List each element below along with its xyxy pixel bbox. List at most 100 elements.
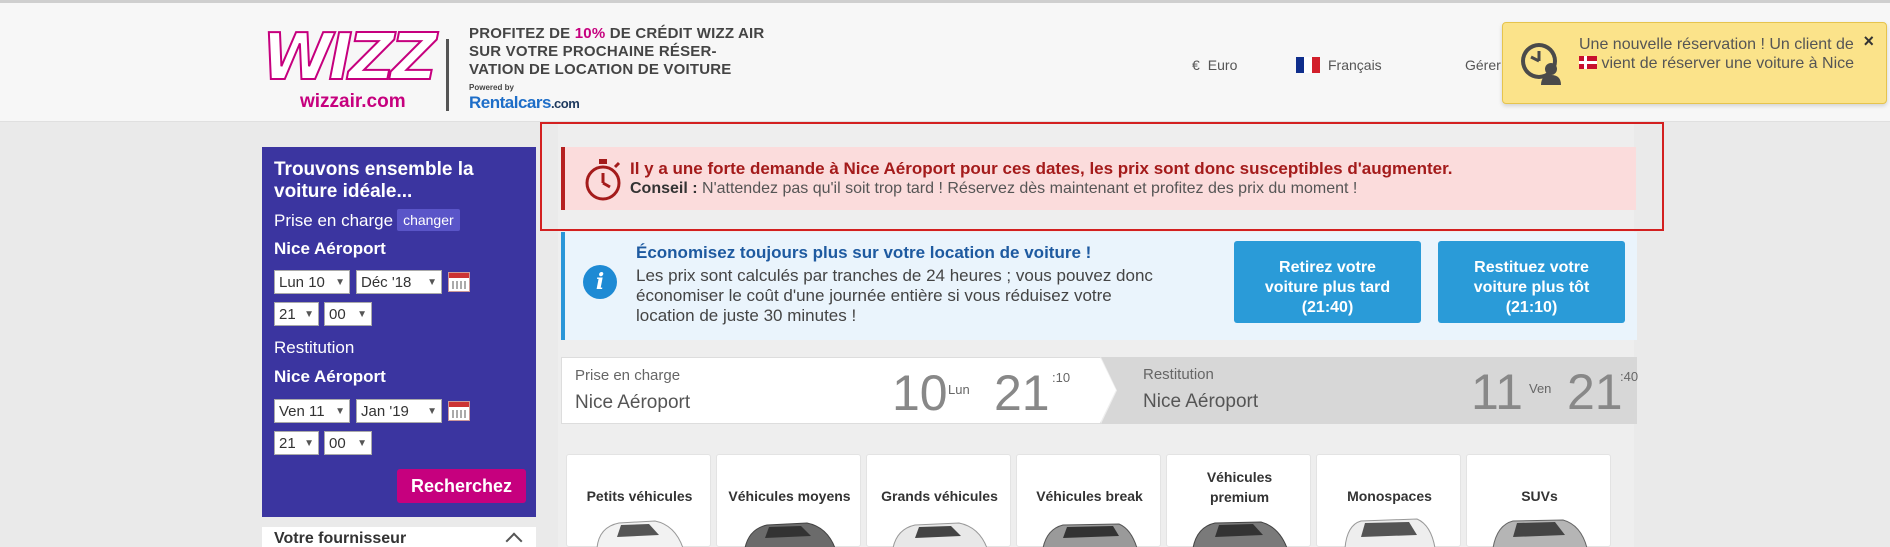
sidebar-title: Trouvons ensemble la voiture idéale... xyxy=(274,159,474,202)
car-image xyxy=(744,522,836,547)
dropoff-summary-hour: 21 xyxy=(1567,364,1623,420)
pickup-label: Prise en charge xyxy=(274,211,394,230)
pickup-later-button[interactable]: Retirez votre voiture plus tard (21:40) xyxy=(1234,241,1421,323)
pickup-summary: Prise en charge Nice Aéroport 10 Lun 21 … xyxy=(561,357,1101,424)
language-selector[interactable]: Français xyxy=(1296,57,1382,73)
promo-part1: PROFITEZ DE xyxy=(469,25,575,42)
dropoff-calendar-icon[interactable] xyxy=(448,401,470,421)
manage-booking-link[interactable]: Gérer xyxy=(1465,57,1501,73)
category-label: Véhicules moyens xyxy=(728,488,851,504)
category-suv[interactable]: SUVs xyxy=(1466,454,1611,547)
euro-icon: € xyxy=(1192,57,1200,73)
rentalcars-logo: Rentalcars.com xyxy=(469,93,580,113)
summary-arrow xyxy=(1100,357,1116,423)
promo-text: PROFITEZ DE 10% DE CRÉDIT WIZZ AIR SUR V… xyxy=(469,25,769,79)
info-icon: i xyxy=(583,265,617,299)
powered-by-label: Powered by xyxy=(469,83,514,92)
dropoff-location: Nice Aéroport xyxy=(274,367,386,386)
category-label-line1: Véhicules xyxy=(1206,469,1273,485)
toast-close-icon[interactable]: × xyxy=(1863,31,1874,52)
vehicle-category-list: Petits véhicules Véhicules moyens Grands… xyxy=(566,454,1638,547)
car-image xyxy=(1042,523,1138,547)
toast-text-part2: vient de réserver une voiture à Nice xyxy=(1597,55,1855,72)
dropoff-hour-select[interactable]: 21 ▼ xyxy=(274,431,319,455)
currency-selector[interactable]: € Euro xyxy=(1192,57,1237,73)
manage-label: Gérer xyxy=(1465,57,1501,73)
dropoff-summary-label: Restitution xyxy=(1143,366,1214,383)
rentalcars-domain: .com xyxy=(550,96,580,111)
dropoff-month-value: Jan '19 xyxy=(361,402,409,420)
dropoff-summary-day-name: Ven xyxy=(1529,381,1552,396)
dropoff-month-select[interactable]: Jan '19 ▼ xyxy=(356,399,442,423)
category-label: Monospaces xyxy=(1347,488,1432,504)
rental-summary-strip: Restitution Nice Aéroport 11 Ven 21 :40 … xyxy=(561,357,1638,424)
dropoff-day-select[interactable]: Ven 11 ▼ xyxy=(274,399,350,423)
dropoff-hour-value: 21 xyxy=(279,434,296,452)
pickup-hour-value: 21 xyxy=(279,305,296,323)
wizzair-logo[interactable]: WIZZ xyxy=(261,22,438,94)
search-button[interactable]: Recherchez xyxy=(397,469,526,503)
savings-info-panel: i Économisez toujours plus sur votre loc… xyxy=(561,232,1637,340)
info-title: Économisez toujours plus sur votre locat… xyxy=(636,243,1092,262)
chevron-down-icon: ▼ xyxy=(335,276,345,288)
pickup-summary-day-name: Lun xyxy=(948,382,970,397)
chevron-down-icon: ▼ xyxy=(304,437,314,449)
pickup-minute-value: 00 xyxy=(329,305,346,323)
car-image xyxy=(1492,519,1588,547)
pickup-minute-select[interactable]: 00 ▼ xyxy=(324,302,372,326)
car-image xyxy=(892,522,988,547)
category-minivan[interactable]: Monospaces xyxy=(1316,454,1461,547)
category-premium[interactable]: Véhicules premium xyxy=(1166,454,1311,547)
provider-title: Votre fournisseur xyxy=(274,530,407,547)
chevron-down-icon: ▼ xyxy=(427,276,437,288)
return-earlier-button[interactable]: Restituez votre voiture plus tôt (21:10) xyxy=(1438,241,1625,323)
pickup-hour-select[interactable]: 21 ▼ xyxy=(274,302,319,326)
search-sidebar: Trouvons ensemble la voiture idéale... P… xyxy=(262,147,536,517)
provider-filter-header[interactable]: Votre fournisseur xyxy=(262,527,536,547)
alert-highlight-box xyxy=(540,122,1664,231)
change-location-button[interactable]: changer xyxy=(397,209,460,231)
pickup-later-line1: Retirez votre xyxy=(1279,258,1376,276)
pickup-day-value: Lun 10 xyxy=(279,273,325,291)
category-medium[interactable]: Véhicules moyens xyxy=(716,454,861,547)
pickup-label-row: Prise en charge changer xyxy=(274,209,460,231)
car-image xyxy=(596,520,684,547)
dropoff-summary-day-num: 11 xyxy=(1471,364,1523,420)
car-image xyxy=(1344,518,1436,547)
chevron-down-icon: ▼ xyxy=(427,405,437,417)
denmark-flag-icon xyxy=(1579,56,1597,69)
category-estate[interactable]: Véhicules break xyxy=(1016,454,1161,547)
pickup-location: Nice Aéroport xyxy=(274,239,386,258)
category-label: Véhicules premium xyxy=(1167,467,1312,507)
toast-message: Une nouvelle réservation ! Un client de … xyxy=(1579,35,1859,73)
pickup-calendar-icon[interactable] xyxy=(448,272,470,292)
category-label: Petits véhicules xyxy=(586,488,693,504)
rentalcars-name: Rentalcars xyxy=(469,93,551,112)
pickup-summary-day-num: 10 xyxy=(892,365,948,421)
info-text: Les prix sont calculés par tranches de 2… xyxy=(636,266,1153,325)
pickup-month-select[interactable]: Déc '18 ▼ xyxy=(356,270,442,294)
chevron-up-icon xyxy=(505,532,523,547)
pickup-summary-location: Nice Aéroport xyxy=(575,392,691,413)
dropoff-minute-value: 00 xyxy=(329,434,346,452)
return-earlier-line3: (21:10) xyxy=(1505,298,1558,316)
logo-divider xyxy=(446,39,449,111)
dropoff-minute-select[interactable]: 00 ▼ xyxy=(324,431,372,455)
pickup-day-select[interactable]: Lun 10 ▼ xyxy=(274,270,350,294)
category-label: SUVs xyxy=(1521,488,1558,504)
pickup-later-line2: voiture plus tard xyxy=(1264,278,1391,296)
return-earlier-line1: Restituez votre xyxy=(1474,258,1589,276)
dropoff-summary-location: Nice Aéroport xyxy=(1143,391,1259,412)
category-large[interactable]: Grands véhicules xyxy=(866,454,1011,547)
language-label: Français xyxy=(1328,57,1382,73)
category-small[interactable]: Petits véhicules xyxy=(566,454,711,547)
currency-label: Euro xyxy=(1207,57,1238,73)
wizzair-domain: wizzair.com xyxy=(300,91,406,112)
dropoff-summary: Restitution Nice Aéroport 11 Ven 21 :40 xyxy=(1117,357,1638,424)
new-booking-toast: Une nouvelle réservation ! Un client de … xyxy=(1502,22,1887,104)
chevron-down-icon: ▼ xyxy=(335,405,345,417)
pickup-month-value: Déc '18 xyxy=(361,273,412,291)
pickup-summary-label: Prise en charge xyxy=(575,367,681,384)
toast-text-part1: Une nouvelle réservation ! Un client de xyxy=(1579,36,1854,53)
pickup-later-line3: (21:40) xyxy=(1301,298,1354,316)
